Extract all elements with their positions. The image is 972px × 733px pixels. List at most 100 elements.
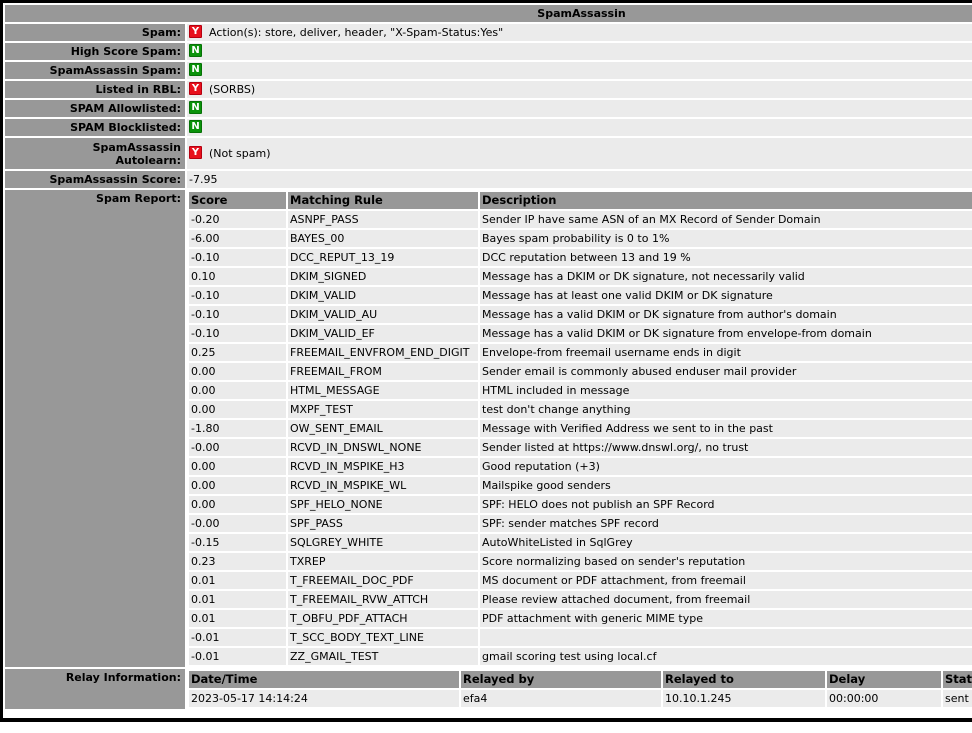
field-label: Listed in RBL: bbox=[96, 83, 181, 96]
spam-rule-row: 0.00 SPF_HELO_NONE SPF: HELO does not pu… bbox=[189, 496, 972, 513]
rule-score: -0.10 bbox=[189, 306, 286, 323]
rule-description: Sender listed at https://www.dnswl.org/,… bbox=[480, 439, 972, 456]
rule-description: MS document or PDF attachment, from free… bbox=[480, 572, 972, 589]
relay-relayed-by: efa4 bbox=[461, 690, 661, 707]
field-value: N bbox=[187, 62, 972, 79]
rule-score: 0.00 bbox=[189, 458, 286, 475]
field-text: (Not spam) bbox=[209, 147, 271, 160]
rule-name: MXPF_TEST bbox=[288, 401, 478, 418]
rule-name: BAYES_00 bbox=[288, 230, 478, 247]
field-text: (SORBS) bbox=[209, 83, 255, 96]
rule-description: AutoWhiteListed in SqlGrey bbox=[480, 534, 972, 551]
field-label: SpamAssassin Spam: bbox=[50, 64, 181, 77]
rule-name: DCC_REPUT_13_19 bbox=[288, 249, 478, 266]
field-rows: Spam: Y Action(s): store, deliver, header… bbox=[5, 24, 972, 188]
page-title: SpamAssassin bbox=[5, 5, 972, 22]
rule-description bbox=[480, 629, 972, 646]
field-row: SPAM Allowlisted: N bbox=[5, 100, 972, 117]
rule-score: 0.25 bbox=[189, 344, 286, 361]
rule-score: -0.15 bbox=[189, 534, 286, 551]
rule-description: Message has a valid DKIM or DK signature… bbox=[480, 306, 972, 323]
yes-no-badge: Y bbox=[189, 25, 202, 38]
spam-rule-row: -0.10 DCC_REPUT_13_19 DCC reputation bet… bbox=[189, 249, 972, 266]
field-value: Y(SORBS) bbox=[187, 81, 972, 98]
relay-status: sent bbox=[943, 690, 972, 707]
rule-name: HTML_MESSAGE bbox=[288, 382, 478, 399]
col-header-score: Score bbox=[189, 192, 286, 209]
field-text: Action(s): store, deliver, header, "X-Sp… bbox=[209, 26, 503, 39]
spamassassin-report-page: SpamAssassin Spam: Y Action(s): store, de… bbox=[0, 0, 972, 733]
relay-information-label: Relay Information: bbox=[5, 669, 185, 709]
yes-no-badge: N bbox=[189, 120, 202, 133]
spam-rule-row: -1.80 OW_SENT_EMAIL Message with Verifie… bbox=[189, 420, 972, 437]
rule-description: HTML included in message bbox=[480, 382, 972, 399]
spam-rule-row: 0.01 T_FREEMAIL_RVW_ATTCH Please review … bbox=[189, 591, 972, 608]
rule-name: T_FREEMAIL_DOC_PDF bbox=[288, 572, 478, 589]
yes-no-badge: Y bbox=[189, 146, 202, 159]
rule-name: T_OBFU_PDF_ATTACH bbox=[288, 610, 478, 627]
rule-description: PDF attachment with generic MIME type bbox=[480, 610, 972, 627]
spam-rule-row: 0.00 RCVD_IN_MSPIKE_H3 Good reputation (… bbox=[189, 458, 972, 475]
spam-rule-row: -0.10 DKIM_VALID Message has at least on… bbox=[189, 287, 972, 304]
rule-score: 0.00 bbox=[189, 477, 286, 494]
field-label: SPAM Blocklisted: bbox=[70, 121, 181, 134]
title-row: SpamAssassin bbox=[5, 5, 972, 22]
rule-score: 0.00 bbox=[189, 496, 286, 513]
spam-rule-row: -0.00 SPF_PASS SPF: sender matches SPF r… bbox=[189, 515, 972, 532]
spam-rule-row: 0.23 TXREP Score normalizing based on se… bbox=[189, 553, 972, 570]
spam-report-label: Spam Report: bbox=[5, 190, 185, 667]
field-label: SpamAssassin Score: bbox=[49, 173, 181, 186]
rule-name: RCVD_IN_DNSWL_NONE bbox=[288, 439, 478, 456]
spam-rule-row: 0.25 FREEMAIL_ENVFROM_END_DIGIT Envelope… bbox=[189, 344, 972, 361]
col-header-description: Description bbox=[480, 192, 972, 209]
rule-name: ZZ_GMAIL_TEST bbox=[288, 648, 478, 665]
rule-name: FREEMAIL_FROM bbox=[288, 363, 478, 380]
yes-no-badge: N bbox=[189, 101, 202, 114]
relay-relayed-to: 10.10.1.245 bbox=[663, 690, 825, 707]
rule-name: TXREP bbox=[288, 553, 478, 570]
spam-rule-row: -0.10 DKIM_VALID_EF Message has a valid … bbox=[189, 325, 972, 342]
spam-rule-row: 0.00 FREEMAIL_FROM Sender email is commo… bbox=[189, 363, 972, 380]
rule-name: SQLGREY_WHITE bbox=[288, 534, 478, 551]
rule-name: T_FREEMAIL_RVW_ATTCH bbox=[288, 591, 478, 608]
relay-delay: 00:00:00 bbox=[827, 690, 941, 707]
rule-description: SPF: sender matches SPF record bbox=[480, 515, 972, 532]
spam-report-header-row: Score Matching Rule Description bbox=[189, 192, 972, 209]
yes-no-badge: N bbox=[189, 44, 202, 57]
spam-rule-row: 0.00 MXPF_TEST test don't change anythin… bbox=[189, 401, 972, 418]
spam-rule-row: 0.01 T_OBFU_PDF_ATTACH PDF attachment wi… bbox=[189, 610, 972, 627]
relay-table: Date/Time Relayed by Relayed to Delay St… bbox=[187, 669, 972, 709]
spam-rule-row: -0.01 T_SCC_BODY_TEXT_LINE bbox=[189, 629, 972, 646]
spam-rule-row: 0.10 DKIM_SIGNED Message has a DKIM or D… bbox=[189, 268, 972, 285]
spam-report-row: Spam Report: Score Matching Rule Descrip… bbox=[5, 190, 972, 667]
rule-name: DKIM_VALID_AU bbox=[288, 306, 478, 323]
field-row: SpamAssassin Autolearn: Y(Not spam) bbox=[5, 138, 972, 169]
field-value: Y Action(s): store, deliver, header, "X-S… bbox=[187, 24, 972, 41]
col-header-relayed-to: Relayed to bbox=[663, 671, 825, 688]
rule-score: 0.00 bbox=[189, 401, 286, 418]
field-row: SPAM Blocklisted: N bbox=[5, 119, 972, 136]
rule-score: -0.10 bbox=[189, 287, 286, 304]
relay-datetime: 2023-05-17 14:14:24 bbox=[189, 690, 459, 707]
field-label: SPAM Allowlisted: bbox=[70, 102, 181, 115]
field-row: SpamAssassin Spam: N bbox=[5, 62, 972, 79]
rule-score: -0.10 bbox=[189, 325, 286, 342]
rule-description: gmail scoring test using local.cf bbox=[480, 648, 972, 665]
rule-description: Bayes spam probability is 0 to 1% bbox=[480, 230, 972, 247]
rule-score: -1.80 bbox=[189, 420, 286, 437]
rule-name: FREEMAIL_ENVFROM_END_DIGIT bbox=[288, 344, 478, 361]
rule-name: DKIM_VALID_EF bbox=[288, 325, 478, 342]
spam-rule-row: -0.20 ASNPF_PASS Sender IP have same ASN… bbox=[189, 211, 972, 228]
rule-score: 0.10 bbox=[189, 268, 286, 285]
spam-report-table: Score Matching Rule Description -0.20 AS… bbox=[187, 190, 972, 667]
field-label: High Score Spam: bbox=[71, 45, 181, 58]
spam-rule-row: -0.15 SQLGREY_WHITE AutoWhiteListed in S… bbox=[189, 534, 972, 551]
field-row: SpamAssassin Score: -7.95 bbox=[5, 171, 972, 188]
rule-score: 0.00 bbox=[189, 382, 286, 399]
rule-description: Score normalizing based on sender's repu… bbox=[480, 553, 972, 570]
rule-score: 0.01 bbox=[189, 591, 286, 608]
field-label: Spam: bbox=[142, 26, 181, 39]
report-table: SpamAssassin Spam: Y Action(s): store, de… bbox=[3, 3, 972, 711]
spam-rule-row: 0.01 T_FREEMAIL_DOC_PDF MS document or P… bbox=[189, 572, 972, 589]
col-header-datetime: Date/Time bbox=[189, 671, 459, 688]
